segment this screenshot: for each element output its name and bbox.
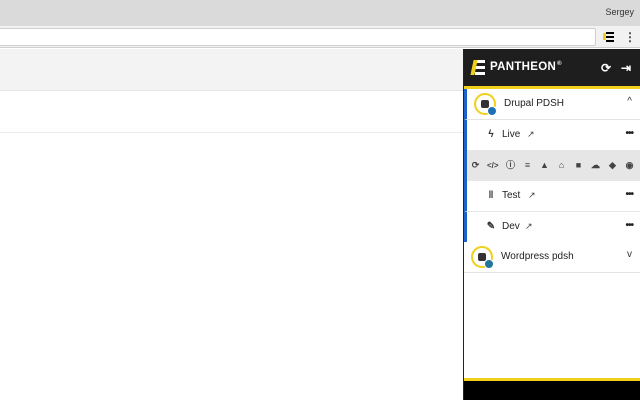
site-row-wordpress[interactable]: Wordpress pdsh v: [464, 242, 640, 273]
code-icon[interactable]: </>: [487, 160, 499, 171]
warning-icon[interactable]: ▲: [539, 160, 550, 171]
external-link-icon[interactable]: ↗: [525, 222, 534, 231]
bolt-icon: ϟ: [488, 129, 494, 140]
brand-name: PANTHEON®: [490, 61, 562, 73]
env-row-dev[interactable]: ✎ Dev ↗ •••: [464, 212, 640, 243]
pantheon-popup: PANTHEON® ⟳ ⇥ Drupal PDSH ^ ϟ Live ↗ •••…: [463, 49, 640, 400]
profile-name[interactable]: Sergey: [605, 7, 634, 17]
bars-icon: ‖: [488, 190, 494, 201]
environment-actions-toolbar: ⟳ </> ⓘ ≡ ▲ ⌂ ■ ☁ ◆ ◉: [464, 150, 640, 181]
more-options-icon[interactable]: •••: [625, 189, 633, 200]
browser-window: Sergey ⋮ PANTHEON® ⟳ ⇥ Drupal PDSH ^ ϟ L…: [0, 0, 640, 400]
database-icon[interactable]: ≡: [522, 160, 533, 171]
env-label-live[interactable]: Live: [502, 129, 520, 140]
sync-icon[interactable]: ⟳: [470, 160, 481, 171]
address-bar[interactable]: [0, 28, 596, 46]
chevron-down-icon[interactable]: v: [627, 249, 632, 260]
home-icon[interactable]: ⌂: [556, 160, 567, 171]
brand-registered-mark: ®: [557, 61, 562, 67]
browser-titlebar: Sergey: [0, 0, 640, 26]
refresh-icon[interactable]: ⟳: [599, 61, 613, 75]
site-name: Wordpress pdsh: [501, 251, 574, 262]
site-name: Drupal PDSH: [504, 98, 565, 109]
pantheon-extension-icon[interactable]: [603, 30, 616, 43]
pantheon-logo-icon: [470, 58, 486, 78]
cloud-upload-icon[interactable]: ☁: [590, 160, 601, 171]
page-divider: [0, 132, 463, 133]
drupal-icon: [487, 106, 497, 116]
shield-icon[interactable]: ◆: [607, 160, 618, 171]
popup-footer-bar: [464, 378, 640, 400]
site-avatar: [474, 93, 497, 116]
browser-menu-icon[interactable]: ⋮: [624, 28, 636, 46]
popup-header: PANTHEON® ⟳ ⇥: [464, 49, 640, 89]
env-row-test[interactable]: ‖ Test ↗ •••: [464, 181, 640, 212]
eye-icon[interactable]: ◉: [624, 160, 635, 171]
env-label-test[interactable]: Test: [502, 190, 520, 201]
site-avatar: [471, 246, 494, 269]
wrench-icon: ✎: [486, 221, 496, 232]
brand-text: PANTHEON: [490, 61, 557, 73]
info-icon[interactable]: ⓘ: [505, 160, 516, 171]
external-link-icon[interactable]: ↗: [527, 130, 536, 139]
more-options-icon[interactable]: •••: [625, 128, 633, 139]
external-link-icon[interactable]: ↗: [528, 191, 537, 200]
lock-icon[interactable]: ■: [573, 160, 584, 171]
chevron-up-icon[interactable]: ^: [627, 96, 632, 107]
site-row-drupal[interactable]: Drupal PDSH ^: [464, 89, 640, 120]
sign-out-icon[interactable]: ⇥: [619, 61, 633, 75]
env-label-dev[interactable]: Dev: [502, 221, 520, 232]
browser-toolbar: ⋮: [0, 26, 640, 48]
more-options-icon[interactable]: •••: [625, 220, 633, 231]
wordpress-icon: [484, 259, 494, 269]
env-row-live[interactable]: ϟ Live ↗ •••: [464, 120, 640, 151]
